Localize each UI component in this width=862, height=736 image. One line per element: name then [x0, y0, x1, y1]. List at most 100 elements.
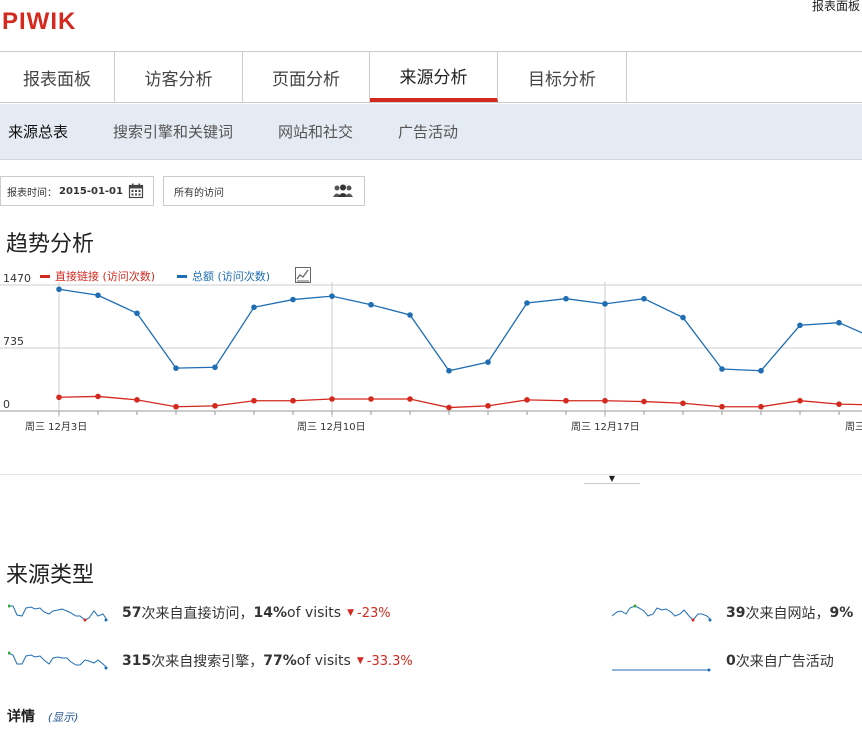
users-icon [333, 184, 353, 197]
search-text: 次来自搜索引擎， [151, 654, 264, 670]
date-label: 报表时间： [7, 187, 57, 199]
sparkline-campaigns [612, 668, 711, 672]
data-point [56, 394, 62, 401]
data-point [602, 397, 608, 404]
chart-divider [0, 474, 862, 475]
data-point [797, 397, 803, 404]
data-point [290, 397, 296, 404]
sparkline-direct [8, 604, 108, 622]
data-point [719, 403, 725, 410]
data-point [212, 403, 218, 409]
source-websites-row: 39 次来自网站， 9% [612, 602, 853, 624]
sub-tab-search-engines[interactable]: 搜索引擎和关键词 [113, 121, 233, 142]
data-point [524, 397, 530, 403]
details-section: 详情 (显示) [7, 706, 78, 726]
sub-tab-websites-social[interactable]: 网站和社交 [278, 121, 353, 142]
data-point [173, 365, 179, 371]
chart-expand-toggle[interactable]: ▼ [584, 474, 640, 484]
data-point [524, 300, 530, 306]
direct-of-visits: of visits [287, 605, 342, 621]
segment-selector[interactable]: 所有的访问 [163, 176, 365, 206]
sparkline-search [8, 651, 108, 670]
data-point [641, 295, 647, 302]
sparkline-websites [612, 604, 712, 622]
data-point [329, 396, 335, 402]
data-point [173, 403, 179, 410]
tab-visitors[interactable]: 访客分析 [115, 52, 243, 102]
date-value: 2015-01-01 [59, 185, 123, 197]
data-point [407, 396, 413, 402]
segment-label: 所有的访问 [174, 187, 224, 199]
sub-tab-overview[interactable]: 来源总表 [8, 121, 68, 142]
main-navigation: 报表面板 访客分析 页面分析 来源分析 目标分析 [0, 51, 862, 103]
series-line-1 [58, 395, 862, 409]
campaigns-text: 次来自广告活动 [735, 654, 834, 670]
data-point [758, 403, 764, 410]
data-point [446, 367, 452, 374]
data-point [641, 398, 647, 405]
down-arrow-icon: ▼ [356, 656, 364, 666]
y-tick-label: 0 [3, 398, 10, 411]
search-change: -33.3% [366, 653, 413, 669]
data-point [602, 301, 608, 307]
date-picker[interactable]: 报表时间： 2015-01-01 [0, 176, 154, 206]
details-show-link[interactable]: (显示) [48, 711, 79, 724]
campaigns-count: 0 [726, 653, 736, 669]
sub-tab-campaigns[interactable]: 广告活动 [398, 121, 458, 142]
websites-count: 39 [726, 605, 746, 621]
data-point [563, 397, 569, 404]
data-point [563, 295, 569, 302]
data-point [836, 401, 842, 407]
direct-percent: 14% [253, 605, 287, 621]
data-point [836, 319, 842, 326]
search-count: 315 [122, 653, 152, 669]
x-tick-label: 周三 12月3日 [25, 421, 87, 433]
data-point [680, 314, 686, 321]
down-arrow-icon: ▼ [347, 608, 355, 618]
data-point [95, 393, 101, 400]
y-tick-label: 735 [3, 335, 24, 348]
tab-goals[interactable]: 目标分析 [498, 52, 627, 102]
data-point [719, 366, 725, 372]
piwik-logo[interactable]: PIWIK [2, 8, 76, 36]
sub-navigation: 来源总表 搜索引擎和关键词 网站和社交 广告活动 [0, 104, 862, 160]
calendar-icon [128, 183, 144, 199]
tab-actions[interactable]: 页面分析 [243, 52, 370, 102]
x-tick-label: 周三 12月10日 [297, 421, 366, 433]
data-point [212, 364, 218, 371]
trend-title: 趋势分析 [6, 232, 95, 257]
details-label: 详情 [7, 709, 35, 725]
dashboard-link[interactable]: 报表面板 [812, 0, 860, 14]
search-of-visits: of visits [296, 653, 351, 669]
tab-dashboard[interactable]: 报表面板 [0, 52, 115, 102]
source-types-title: 来源类型 [6, 563, 95, 588]
data-point [368, 396, 374, 402]
data-point [134, 310, 140, 317]
websites-percent: 9% [829, 605, 854, 621]
source-search-row: 315 次来自搜索引擎， 77% of visits ▼ -33.3% [8, 650, 413, 672]
data-point [56, 286, 62, 293]
x-tick-label: 周三 [845, 421, 862, 433]
data-point [251, 304, 257, 311]
data-point [368, 301, 374, 308]
tab-referrers[interactable]: 来源分析 [370, 52, 498, 102]
source-campaigns-row: 0 次来自广告活动 [612, 650, 834, 672]
data-point [95, 292, 101, 299]
evolution-chart: 1470 735 0 周三 12月3日 周三 12月10日 周三 12月17日 周三 [0, 272, 862, 433]
data-point [407, 312, 413, 318]
data-point [446, 404, 452, 411]
websites-text: 次来自网站， [745, 606, 830, 622]
direct-count: 57 [122, 605, 142, 621]
data-point [329, 293, 335, 299]
y-tick-label: 1470 [3, 272, 31, 285]
source-direct-row: 57 次来自直接访问， 14% of visits ▼ -23% [8, 602, 391, 624]
series-line-0 [58, 288, 862, 372]
data-point [251, 397, 257, 404]
direct-text: 次来自直接访问， [141, 606, 254, 622]
data-point [134, 397, 140, 403]
search-percent: 77% [263, 653, 297, 669]
x-tick-label: 周三 12月17日 [571, 421, 640, 433]
data-point [485, 403, 491, 409]
data-point [797, 322, 803, 329]
data-point [758, 367, 764, 374]
